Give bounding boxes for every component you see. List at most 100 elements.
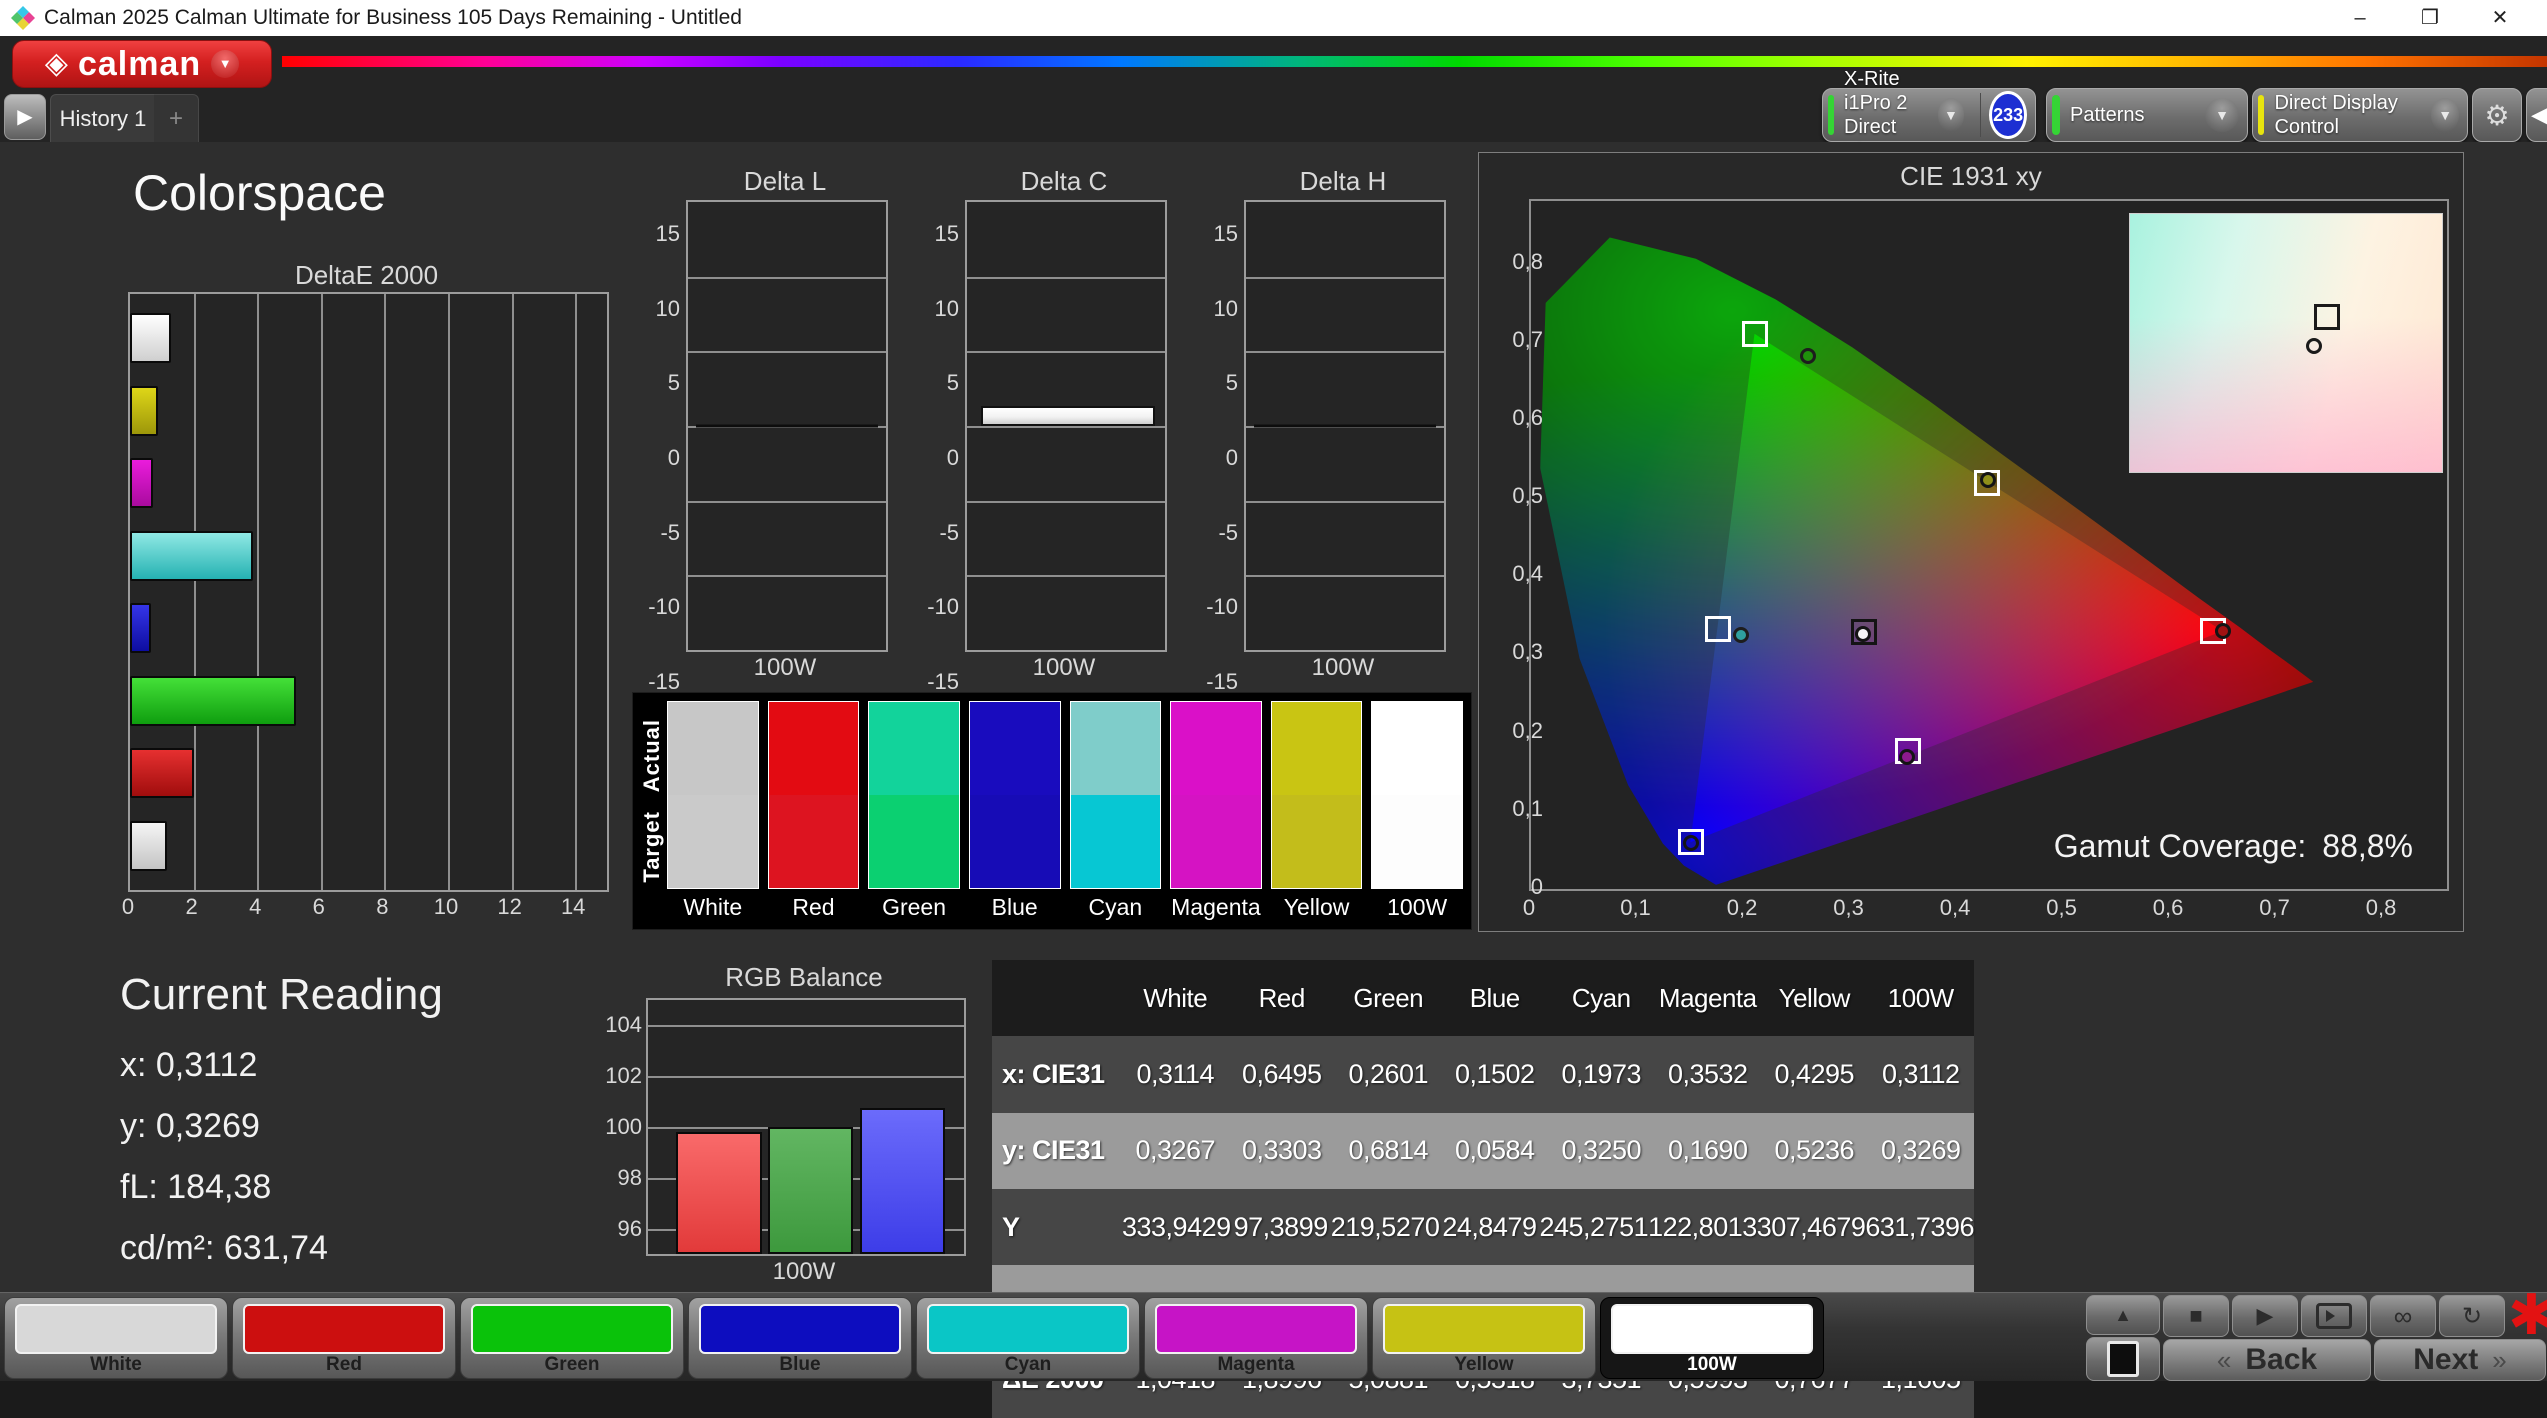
pattern-button-blue[interactable]: Blue [688, 1297, 912, 1379]
y-tick: 10 [655, 295, 680, 321]
pattern-window-button[interactable] [2086, 1337, 2160, 1381]
table-header: White Red Green Blue Cyan Magenta Yellow 100W [992, 960, 1974, 1037]
swatch-label: Red [792, 894, 835, 920]
y-tick: 0 [1530, 874, 1543, 899]
next-button[interactable]: Next » [2374, 1339, 2546, 1381]
calman-menu-button[interactable]: ◈ calman ▼ [12, 40, 272, 88]
collapse-panel-button[interactable]: ◀ [2526, 88, 2547, 142]
delta-l-x-label: 100W [753, 654, 817, 681]
actual-swatch [1271, 702, 1362, 795]
y-tick: 0,6 [1512, 404, 1543, 430]
target-swatch [1171, 795, 1261, 888]
pattern-label: Blue [779, 1354, 821, 1375]
y-tick: -10 [1206, 594, 1238, 620]
monitor-icon [2107, 1341, 2139, 1377]
refresh-button[interactable]: ↻ [2439, 1295, 2505, 1337]
pattern-size-button[interactable] [2301, 1295, 2367, 1337]
add-tab-button[interactable]: + [154, 94, 199, 144]
swatch-column-red: Red [767, 701, 860, 923]
delta-h-x-label: 100W [1311, 654, 1375, 681]
brand-row: ◈ calman ▼ [0, 36, 2547, 88]
calman-logo-text: calman [77, 44, 202, 83]
swatch-label: Cyan [1088, 894, 1143, 920]
target-swatch [668, 795, 758, 888]
pattern-button-red[interactable]: Red [232, 1297, 456, 1379]
y-tick: 96 [617, 1215, 642, 1241]
display-control-dropdown[interactable]: Direct Display Control ▼ [2252, 88, 2468, 142]
play-button[interactable]: ▶ [2232, 1295, 2298, 1337]
rainbow-divider [282, 56, 2547, 67]
stop-button[interactable]: ■ [2163, 1295, 2229, 1337]
rgb-bar-red [676, 1132, 762, 1254]
tab-history-1[interactable]: History 1 [50, 94, 156, 143]
y-tick: 10 [934, 295, 959, 321]
restore-button[interactable]: ❐ [2400, 0, 2460, 36]
chevron-left-icon: « [2216, 1344, 2232, 1375]
col-header-yellow: Yellow [1778, 982, 1851, 1013]
current-reading: Current Reading x: 0,3112 y: 0,3269 fL: 18… [120, 970, 443, 1290]
target-swatch [1070, 795, 1161, 888]
deltae-bar-cyan [130, 530, 253, 581]
y-tick: 10 [1213, 295, 1238, 321]
swatch-compare-panel: Actual Target White Red Green Blue Cyan Magen… [632, 692, 1472, 930]
delta-c-chart: Delta C 15 10 5 0 -5 -10 -15 100W [927, 166, 1167, 694]
pattern-button-100w[interactable]: 100W [1600, 1297, 1824, 1379]
rgb-bars [648, 1000, 964, 1254]
meter-dropdown[interactable]: X-Rite i1Pro 2 Direct View ▼ 233 [1822, 68, 2036, 162]
deltae-bar-yellow [130, 385, 159, 436]
gridline [967, 500, 1165, 503]
back-button[interactable]: « Back [2163, 1339, 2371, 1381]
pattern-button-magenta[interactable]: Magenta [1144, 1297, 1368, 1379]
rgb-balance-title: RGB Balance [725, 962, 883, 992]
y-tick: 0 [946, 445, 959, 470]
cie-marker-cyan-measured [1733, 626, 1750, 643]
pattern-button-green[interactable]: Green [460, 1297, 684, 1379]
reading-cdm: cd/m²: 631,74 [120, 1229, 328, 1267]
patterns-dropdown[interactable]: Patterns ▼ [2046, 88, 2248, 142]
pattern-label: Red [326, 1354, 362, 1375]
gridline [1246, 575, 1444, 578]
swatch [1371, 701, 1463, 889]
swatch-columns: White Red Green Blue Cyan Magenta Yellow 100W [667, 701, 1463, 923]
deltae-bar-magenta [130, 458, 154, 509]
target-swatch [1271, 795, 1362, 888]
chevron-down-icon[interactable]: ▼ [2205, 98, 2239, 132]
continuous-measure-button[interactable]: ∞ [2370, 1295, 2436, 1337]
expand-up-button[interactable]: ▲ [2086, 1295, 2160, 1335]
deltae-bar-100w [130, 313, 171, 364]
swatch-label: Yellow [1283, 894, 1350, 920]
minimize-button[interactable]: – [2330, 0, 2390, 36]
deltae-bar-red [130, 748, 195, 799]
table-row: y: CIE31 0,3267 0,3303 0,6814 0,0584 0,3250 0,… [992, 1112, 1974, 1189]
swatch [1170, 701, 1262, 889]
gear-icon[interactable]: ⚙ [2472, 88, 2522, 142]
pattern-button-white[interactable]: White [4, 1297, 228, 1379]
y-tick: 0,1 [1512, 795, 1543, 821]
deltae-x-axis: 0 2 4 6 8 10 12 14 [122, 894, 605, 924]
chevron-down-icon[interactable]: ▼ [1938, 98, 1964, 132]
pattern-swatch [1611, 1304, 1813, 1354]
gridline [1246, 351, 1444, 354]
pattern-button-yellow[interactable]: Yellow [1372, 1297, 1596, 1379]
swatch-column-blue: Blue [968, 701, 1061, 923]
pattern-button-cyan[interactable]: Cyan [916, 1297, 1140, 1379]
history-nav-button[interactable]: ▶ [4, 94, 46, 140]
delta-h-title: Delta H [1299, 166, 1387, 196]
y-tick: 0 [1225, 445, 1238, 470]
cell: 0,6814 [1348, 1135, 1429, 1166]
x-tick: 0,7 [2259, 895, 2290, 920]
divider [1979, 93, 1982, 137]
patterns-label: Patterns [2070, 104, 2145, 126]
gridline [688, 351, 886, 354]
chevron-down-icon[interactable]: ▼ [211, 50, 240, 78]
chevron-down-icon[interactable]: ▼ [2431, 98, 2459, 132]
cell: 0,6495 [1241, 1058, 1322, 1089]
whitepoint-inset [2129, 213, 2443, 473]
x-tick: 10 [433, 894, 459, 919]
cell: 631,7396 [1865, 1211, 1974, 1242]
window-title: Calman 2025 Calman Ultimate for Business… [44, 6, 742, 29]
close-button[interactable]: ✕ [2470, 0, 2530, 36]
delta-l-plot [686, 200, 888, 652]
col-header-cyan: Cyan [1571, 982, 1631, 1013]
x-tick: 0,8 [2365, 895, 2397, 920]
